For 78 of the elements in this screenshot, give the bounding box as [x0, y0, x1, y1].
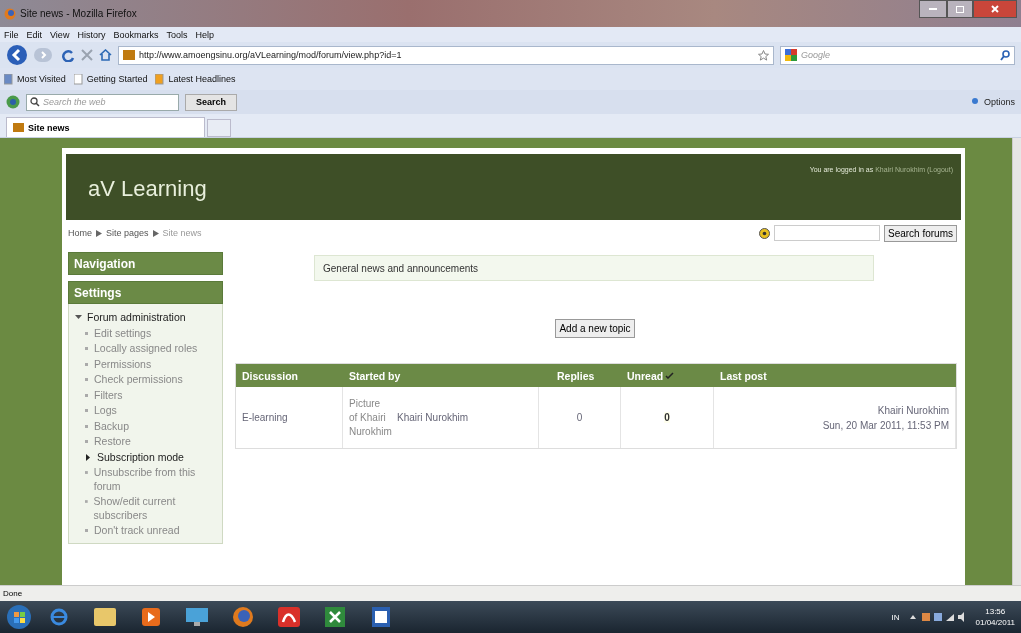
search-icon — [30, 97, 40, 107]
window-title: Site news - Mozilla Firefox — [20, 8, 138, 19]
scrollbar[interactable] — [1012, 138, 1021, 585]
language-indicator[interactable]: IN — [891, 612, 900, 622]
picture-alt-text: Picture of Khairi Nurokhim — [349, 396, 391, 439]
globe-icon[interactable] — [6, 95, 20, 109]
author-link[interactable]: Khairi Nurokhim — [397, 412, 469, 423]
tree-item[interactable]: Forum administration — [87, 311, 186, 325]
tree-item[interactable]: Don't track unread — [94, 524, 180, 538]
breadcrumb-link[interactable]: Site pages — [106, 228, 149, 238]
tree-item[interactable]: Edit settings — [94, 326, 152, 340]
search-button[interactable]: Search — [185, 93, 238, 111]
menu-item[interactable]: Tools — [166, 29, 188, 40]
bookmark-item[interactable]: Most Visited — [4, 73, 66, 85]
menu-item[interactable]: History — [77, 29, 106, 40]
star-icon[interactable] — [758, 49, 769, 61]
feed-icon — [155, 73, 166, 85]
close-icon — [991, 5, 999, 13]
address-field[interactable]: http://www.amoengsinu.org/aVLearning/mod/forum/view.php?id=1 — [118, 45, 774, 65]
menu-item[interactable]: Help — [195, 29, 214, 40]
site-favicon-icon — [13, 123, 24, 132]
home-icon[interactable] — [99, 49, 112, 61]
maximize-button[interactable] — [947, 0, 973, 18]
close-button[interactable] — [973, 0, 1017, 18]
minimize-button[interactable] — [919, 0, 947, 18]
back-icon[interactable] — [6, 44, 28, 66]
tree-item[interactable]: Backup — [94, 419, 130, 433]
clock-date[interactable]: 01/04/2011 — [975, 617, 1015, 628]
separator-icon — [96, 229, 102, 237]
tree-item[interactable]: Logs — [94, 404, 117, 418]
unread-count[interactable]: 0 — [664, 412, 670, 423]
clock-time[interactable]: 13:56 — [985, 606, 1006, 617]
tree-item[interactable]: Restore — [94, 435, 131, 449]
help-icon[interactable] — [758, 227, 770, 239]
status-text: Done — [0, 585, 1021, 601]
column-header[interactable]: Last post — [714, 364, 956, 387]
search-icon[interactable] — [1000, 49, 1010, 61]
discussion-link[interactable]: E-learning — [236, 387, 343, 448]
column-header[interactable]: Unread — [621, 364, 714, 387]
search-field[interactable] — [773, 225, 880, 241]
last-post-date[interactable]: Sun, 20 Mar 2011, 11:53 PM — [822, 417, 949, 433]
bookmark-item[interactable]: Latest Headlines — [155, 73, 236, 85]
column-header[interactable]: Started by — [343, 364, 539, 387]
site-favicon-icon — [123, 50, 135, 60]
maximize-icon — [956, 5, 964, 13]
menu-item[interactable]: Bookmarks — [113, 29, 159, 40]
site-title: aV Learning — [88, 176, 207, 202]
menu-item[interactable]: View — [50, 29, 70, 40]
start-orb-icon[interactable] — [6, 604, 32, 630]
forum-intro: General news and announcements — [314, 255, 874, 281]
google-squares-icon — [785, 49, 797, 61]
page-icon — [73, 73, 84, 85]
block-header: Navigation — [68, 252, 223, 275]
options-button[interactable]: Options — [970, 97, 1015, 107]
bookmark-item[interactable]: Getting Started — [73, 73, 148, 85]
breadcrumb-link[interactable]: Home — [68, 228, 92, 238]
tree-item[interactable]: Filters — [94, 388, 123, 402]
tree-item[interactable]: Unsubscribe from this forum — [93, 466, 218, 493]
minimize-icon — [929, 7, 937, 11]
search-forums-button[interactable]: Search forums — [883, 224, 957, 242]
fox-globe-icon — [4, 7, 16, 20]
column-header[interactable]: Replies — [539, 364, 621, 387]
block-header: Settings — [68, 281, 223, 304]
reload-icon[interactable] — [62, 48, 75, 62]
menu-item[interactable]: File — [4, 29, 19, 40]
menu-item[interactable]: Edit — [26, 29, 43, 40]
separator-icon — [152, 229, 159, 237]
tree-item[interactable]: Subscription mode — [97, 450, 184, 464]
tree-item[interactable]: Locally assigned roles — [94, 342, 198, 356]
tree-item[interactable]: Show/edit current subscribers — [93, 495, 218, 522]
tree-item[interactable]: Permissions — [94, 357, 152, 371]
add-topic-button[interactable]: Add a new topic — [555, 319, 635, 338]
replies-cell: 0 — [539, 387, 621, 448]
tree-item[interactable]: Check permissions — [94, 373, 183, 387]
last-post-author[interactable]: Khairi Nurokhim — [877, 402, 949, 418]
bookmark-icon — [4, 73, 14, 85]
browser-tab[interactable]: Site news — [6, 117, 205, 137]
column-header[interactable]: Discussion — [236, 364, 343, 387]
